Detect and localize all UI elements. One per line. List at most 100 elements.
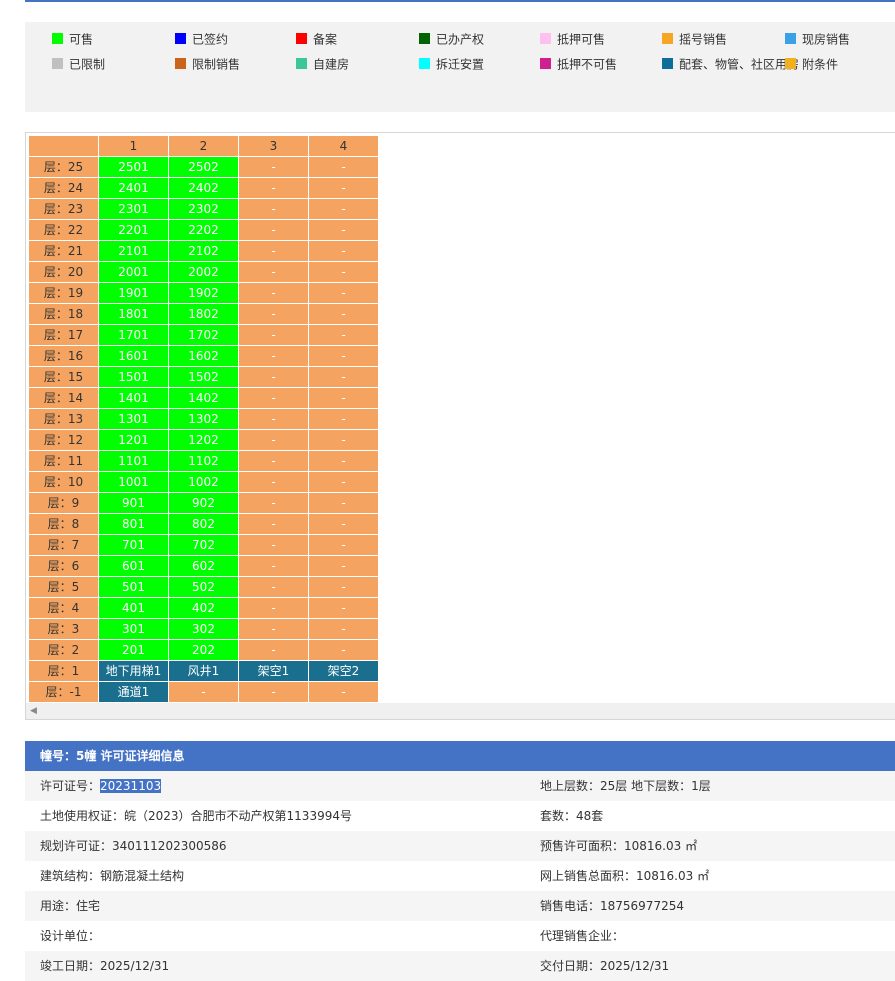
unit-cell[interactable]: 风井1 (169, 661, 238, 681)
unit-cell[interactable]: 2302 (169, 199, 238, 219)
legend-row: 可售 已签约 备案 已办产权 抵押可售 摇号销售 现房销售 (25, 29, 895, 49)
unit-cell[interactable]: 1902 (169, 283, 238, 303)
unit-cell[interactable]: 1002 (169, 472, 238, 492)
usage: 用途：住宅 (40, 899, 101, 913)
unit-cell[interactable]: 地下用梯1 (99, 661, 168, 681)
floor-row: 层：7 701 702- - (29, 535, 378, 555)
floor-label: 层：13 (29, 409, 98, 429)
empty-unit-cell: - (239, 241, 308, 261)
unit-cell[interactable]: 1401 (99, 388, 168, 408)
empty-unit-cell: - (239, 493, 308, 513)
empty-unit-cell: - (239, 619, 308, 639)
unit-cell[interactable]: 1502 (169, 367, 238, 387)
unit-cell[interactable]: 1102 (169, 451, 238, 471)
empty-unit-cell: - (239, 577, 308, 597)
unit-cell[interactable]: 2501 (99, 157, 168, 177)
legend-item: 摇号销售 (662, 29, 727, 50)
unit-cell[interactable]: 1601 (99, 346, 168, 366)
legend-item: 现房销售 (785, 29, 850, 50)
unit-cell[interactable]: 1801 (99, 304, 168, 324)
unit-cell[interactable]: 1802 (169, 304, 238, 324)
empty-unit-cell: - (309, 682, 378, 702)
empty-unit-cell: - (239, 535, 308, 555)
permit-number: 许可证号：20231103 (40, 779, 162, 793)
unit-cell[interactable]: 1402 (169, 388, 238, 408)
unit-cell[interactable]: 902 (169, 493, 238, 513)
legend-item: 自建房 (296, 54, 349, 75)
unit-table: 1 2 3 4 层：25 2501 2502- - 层：24 2401 2402- - 层：23 2301… (28, 135, 379, 703)
floor-label: 层：25 (29, 157, 98, 177)
column-header: 3 (239, 136, 308, 156)
unit-cell[interactable]: 2102 (169, 241, 238, 261)
unit-cell[interactable]: 2101 (99, 241, 168, 261)
unit-cell[interactable]: 通道1 (99, 682, 168, 702)
floor-row: 层：3 301 302- - (29, 619, 378, 639)
unit-cell[interactable]: 1001 (99, 472, 168, 492)
unit-cell[interactable]: 601 (99, 556, 168, 576)
unit-cell[interactable]: 602 (169, 556, 238, 576)
empty-unit-cell: - (169, 682, 238, 702)
unit-cell[interactable]: 2201 (99, 220, 168, 240)
scroll-left-icon[interactable]: ◀ (30, 706, 37, 716)
floor-row: 层：-1 通道1- - - (29, 682, 378, 702)
unit-cell[interactable]: 1901 (99, 283, 168, 303)
unit-cell[interactable]: 2301 (99, 199, 168, 219)
legend-label: 限制销售 (192, 57, 241, 72)
unit-cell[interactable]: 401 (99, 598, 168, 618)
info-row: 土地使用权证：皖（2023）合肥市不动产权第1133994号 套数：48套 (25, 801, 895, 831)
unit-cell[interactable]: 2402 (169, 178, 238, 198)
unit-cell[interactable]: 1302 (169, 409, 238, 429)
unit-cell[interactable]: 901 (99, 493, 168, 513)
unit-cell[interactable]: 402 (169, 598, 238, 618)
legend-item: 附条件 (785, 54, 838, 75)
floor-label: 层：21 (29, 241, 98, 261)
empty-unit-cell: - (239, 157, 308, 177)
unit-cell[interactable]: 302 (169, 619, 238, 639)
unit-cell[interactable]: 301 (99, 619, 168, 639)
empty-unit-cell: - (239, 178, 308, 198)
watermark: 3 (382, 591, 410, 637)
info-row: 竣工日期：2025/12/31 交付日期：2025/12/31 (25, 951, 895, 981)
unit-count: 套数：48套 (540, 809, 604, 823)
unit-cell[interactable]: 1101 (99, 451, 168, 471)
unit-cell[interactable]: 701 (99, 535, 168, 555)
permit-number-value: 20231103 (100, 779, 162, 793)
unit-cell[interactable]: 201 (99, 640, 168, 660)
unit-cell[interactable]: 2202 (169, 220, 238, 240)
permit-info-header: 幢号：5幢 许可证详细信息 (25, 741, 895, 771)
floor-row: 层：11 1101 1102- - (29, 451, 378, 471)
unit-cell[interactable]: 1301 (99, 409, 168, 429)
unit-cell[interactable]: 702 (169, 535, 238, 555)
unit-cell[interactable]: 架空1 (239, 661, 308, 681)
unit-cell[interactable]: 202 (169, 640, 238, 660)
floor-label: 层：3 (29, 619, 98, 639)
legend-label: 拆迁安置 (436, 57, 485, 72)
unit-cell[interactable]: 501 (99, 577, 168, 597)
unit-cell[interactable]: 1602 (169, 346, 238, 366)
unit-cell[interactable]: 801 (99, 514, 168, 534)
unit-cell[interactable]: 2401 (99, 178, 168, 198)
legend-swatch (662, 33, 673, 44)
legend-swatch (662, 58, 673, 69)
horizontal-scrollbar[interactable]: ◀ (26, 703, 895, 719)
unit-cell[interactable]: 1202 (169, 430, 238, 450)
unit-cell[interactable]: 802 (169, 514, 238, 534)
unit-cell[interactable]: 2001 (99, 262, 168, 282)
floor-label: 层：10 (29, 472, 98, 492)
unit-cell[interactable]: 架空2 (309, 661, 378, 681)
floor-row: 层：12 1201 1202- - (29, 430, 378, 450)
unit-cell[interactable]: 1701 (99, 325, 168, 345)
unit-cell[interactable]: 2502 (169, 157, 238, 177)
floor-label: 层：22 (29, 220, 98, 240)
empty-unit-cell: - (309, 346, 378, 366)
floor-row: 层：19 1901 1902- - (29, 283, 378, 303)
unit-cell[interactable]: 502 (169, 577, 238, 597)
unit-cell[interactable]: 1501 (99, 367, 168, 387)
legend-swatch (175, 58, 186, 69)
empty-unit-cell: - (239, 346, 308, 366)
sales-phone: 销售电话：18756977254 (540, 899, 684, 913)
empty-unit-cell: - (309, 598, 378, 618)
unit-cell[interactable]: 1201 (99, 430, 168, 450)
unit-cell[interactable]: 2002 (169, 262, 238, 282)
unit-cell[interactable]: 1702 (169, 325, 238, 345)
